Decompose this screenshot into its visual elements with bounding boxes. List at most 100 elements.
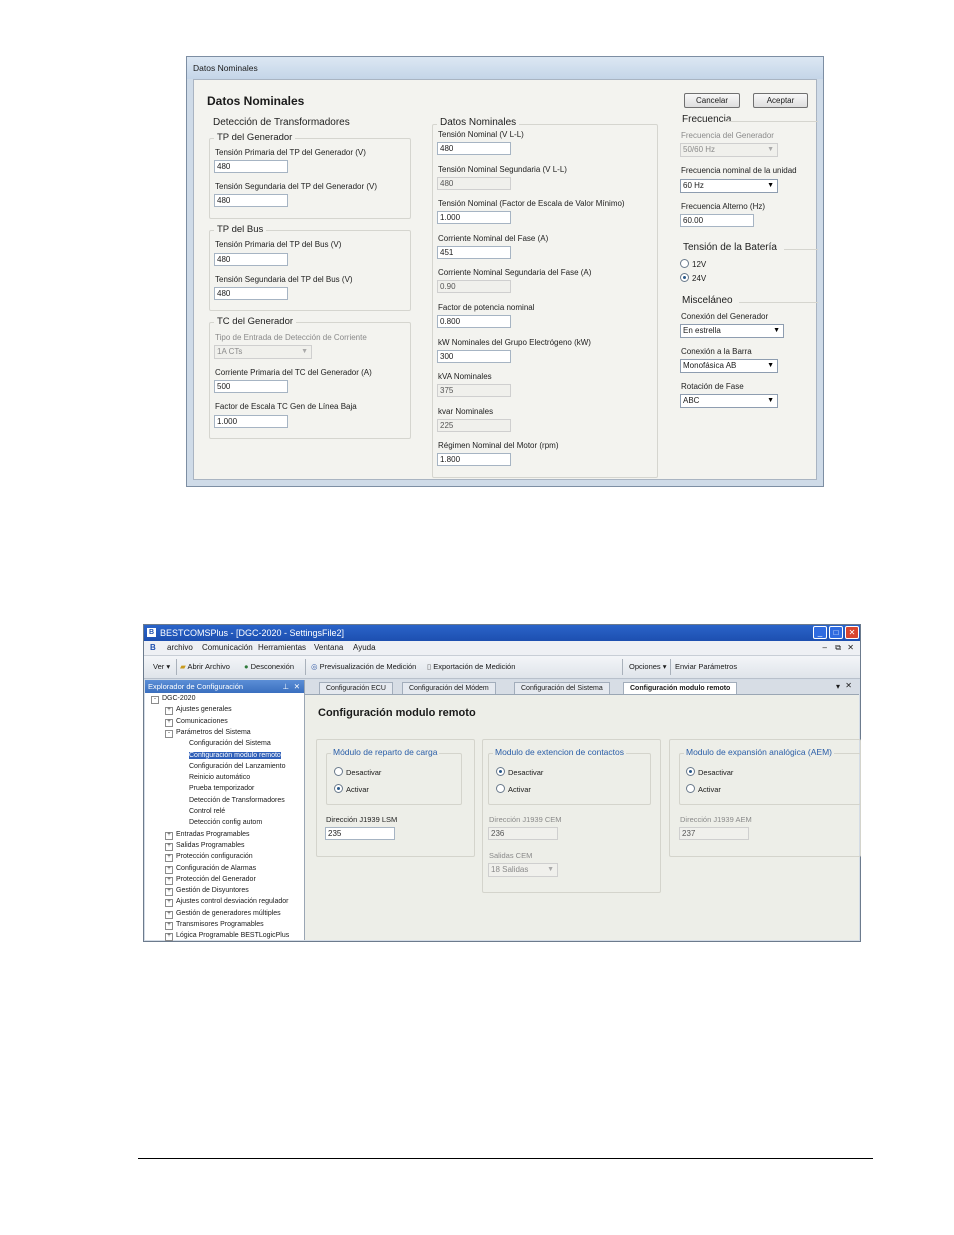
nominal-field-input[interactable]: 225 — [437, 418, 511, 432]
cem-outputs-select[interactable]: 18 Salidas ▼ — [488, 863, 558, 877]
tp-gen-secondary-input[interactable]: 480 — [214, 194, 288, 207]
tree-item[interactable]: + Ajustes generales — [165, 706, 232, 716]
cem-enable-radio[interactable]: Activar — [496, 784, 531, 794]
mdi-close-icon[interactable]: ✕ — [847, 641, 854, 655]
expand-icon[interactable]: + — [165, 707, 173, 716]
tp-gen-primary-input[interactable]: 480 — [214, 160, 288, 173]
tree-item[interactable]: + Configuración de Alarmas — [165, 865, 256, 874]
options-button[interactable]: Opciones ▾ — [629, 660, 667, 674]
expand-icon[interactable]: + — [165, 888, 173, 897]
cancel-button[interactable]: Cancelar — [684, 93, 740, 108]
battery-24v-radio[interactable]: 24V — [680, 273, 706, 283]
close-icon[interactable]: ✕ — [845, 626, 859, 639]
tree-subitem[interactable]: Control relé — [189, 808, 225, 815]
nominal-field-input[interactable]: 0.90 — [437, 280, 511, 294]
aem-enable-radio[interactable]: Activar — [686, 784, 721, 794]
close-icon[interactable]: ✕ — [845, 681, 852, 690]
expand-icon[interactable]: + — [165, 865, 173, 874]
expand-icon[interactable]: + — [165, 876, 173, 885]
expand-icon[interactable]: + — [165, 910, 173, 919]
tree-item[interactable]: + Ajustes control desviación regulador — [165, 898, 288, 908]
lsm-enable-radio[interactable]: Activar — [334, 784, 369, 794]
export-button[interactable]: ▯ Exportación de Medición — [427, 660, 515, 674]
maximize-icon[interactable]: □ — [829, 626, 843, 639]
tc-primary-input[interactable]: 500 — [214, 380, 288, 393]
tree-item[interactable]: + Lógica Programable BESTLogicPlus — [165, 932, 289, 942]
expand-icon[interactable]: + — [165, 718, 173, 727]
tree-item[interactable]: + Gestión de generadores múltiples — [165, 910, 281, 919]
battery-12v-radio[interactable]: 12V — [680, 259, 706, 269]
nominal-field-input[interactable]: 300 — [437, 349, 511, 363]
tree-subitem[interactable]: Prueba temporizador — [189, 785, 254, 792]
tree-item[interactable]: - Parámetros del Sistema — [165, 729, 251, 738]
disconnect-button[interactable]: ● Desconexión — [244, 660, 294, 674]
tc-type-select[interactable]: 1A CTs ▼ — [214, 345, 312, 359]
collapse-icon[interactable]: - — [165, 729, 173, 738]
bus-connection-select[interactable]: Monofásica AB ▼ — [680, 359, 778, 373]
expand-icon[interactable]: + — [165, 842, 173, 851]
tree-item[interactable]: + Comunicaciones — [165, 718, 228, 727]
tree-item[interactable]: + Protección del Generador — [165, 876, 256, 885]
tree-subitem[interactable]: Configuración del Sistema — [189, 740, 271, 747]
preview-button[interactable]: ◎ Previsualización de Medición — [311, 660, 416, 674]
tree-subitem[interactable]: Detección config autom — [189, 819, 262, 826]
tp-bus-secondary-input[interactable]: 480 — [214, 287, 288, 300]
menu-comunicacion[interactable]: Comunicación — [202, 641, 253, 655]
tree-item[interactable]: + Protección configuración — [165, 853, 253, 863]
dropdown-arrow-icon[interactable]: ▾ — [836, 682, 840, 691]
expand-icon[interactable]: + — [165, 831, 173, 840]
menu-herramientas[interactable]: Herramientas — [258, 641, 306, 655]
tree-item[interactable]: + Entradas Programables — [165, 831, 250, 840]
tree-subitem[interactable]: Configuración del Lanzamiento — [189, 763, 286, 770]
tree-subitem[interactable]: Configuración modulo remoto — [189, 751, 281, 759]
nominal-field-input[interactable]: 0.800 — [437, 315, 511, 328]
mdi-minimize-icon[interactable]: – — [823, 641, 827, 655]
send-settings-button[interactable]: Enviar Parámetros — [675, 660, 737, 674]
nominal-field-input[interactable]: 1.000 — [437, 211, 511, 225]
expand-icon[interactable]: + — [165, 922, 173, 930]
aem-address-input[interactable]: 237 — [679, 827, 749, 840]
lsm-address-input[interactable]: 235 — [325, 827, 395, 840]
nominal-field-input[interactable]: 451 — [437, 245, 511, 259]
tab-modem[interactable]: Configuración del Módem — [402, 682, 496, 694]
tree-subitem[interactable]: Detección de Transformadores — [189, 797, 285, 804]
cem-disable-radio[interactable]: Desactivar — [496, 767, 543, 777]
tree-root[interactable]: - DGC-2020 — [151, 695, 195, 704]
mdi-restore-icon[interactable]: ⧉ — [835, 641, 841, 655]
unit-frequency-select[interactable]: 60 Hz ▼ — [680, 179, 778, 193]
open-file-button[interactable]: ▰ Abrir Archivo — [180, 660, 230, 674]
cem-address-input[interactable]: 236 — [488, 827, 558, 840]
lsm-disable-radio[interactable]: Desactivar — [334, 767, 381, 777]
alt-frequency-input[interactable]: 60.00 — [680, 214, 754, 227]
gen-frequency-select[interactable]: 50/60 Hz ▼ — [680, 143, 778, 157]
accept-button[interactable]: Aceptar — [753, 93, 808, 108]
expand-icon[interactable]: + — [165, 854, 173, 863]
view-button[interactable]: Ver ▾ — [153, 660, 170, 674]
nominal-field-input[interactable]: 1.800 — [437, 453, 511, 467]
close-icon[interactable]: ✕ — [294, 680, 300, 693]
gen-connection-select[interactable]: En estrella ▼ — [680, 324, 784, 338]
collapse-icon[interactable]: - — [151, 696, 159, 704]
tree-item[interactable]: + Salidas Programables — [165, 842, 244, 851]
phase-rotation-select[interactable]: ABC ▼ — [680, 394, 778, 408]
pin-icon[interactable]: ⊥ — [282, 680, 289, 693]
tab-remote-module[interactable]: Configuración modulo remoto — [623, 682, 738, 694]
minimize-icon[interactable]: _ — [813, 626, 827, 639]
nominal-field-input[interactable]: 375 — [437, 384, 511, 398]
menu-archivo[interactable]: archivo — [167, 641, 193, 655]
tp-bus-primary-input[interactable]: 480 — [214, 253, 288, 266]
app-menu-icon[interactable]: B — [150, 641, 156, 655]
tab-ecu[interactable]: Configuración ECU — [319, 682, 393, 694]
menu-ayuda[interactable]: Ayuda — [353, 641, 376, 655]
tc-scale-input[interactable]: 1.000 — [214, 415, 288, 428]
nominal-field-input[interactable]: 480 — [437, 176, 511, 190]
tree-item[interactable]: + Transmisores Programables — [165, 921, 264, 930]
tree-item[interactable]: + Gestión de Disyuntores — [165, 887, 249, 897]
tree-subitem[interactable]: Reinicio automático — [189, 774, 250, 781]
expand-icon[interactable]: + — [165, 933, 173, 942]
menu-ventana[interactable]: Ventana — [314, 641, 343, 655]
tab-system[interactable]: Configuración del Sistema — [514, 682, 610, 694]
aem-disable-radio[interactable]: Desactivar — [686, 767, 733, 777]
expand-icon[interactable]: + — [165, 899, 173, 908]
nominal-field-input[interactable]: 480 — [437, 142, 511, 155]
